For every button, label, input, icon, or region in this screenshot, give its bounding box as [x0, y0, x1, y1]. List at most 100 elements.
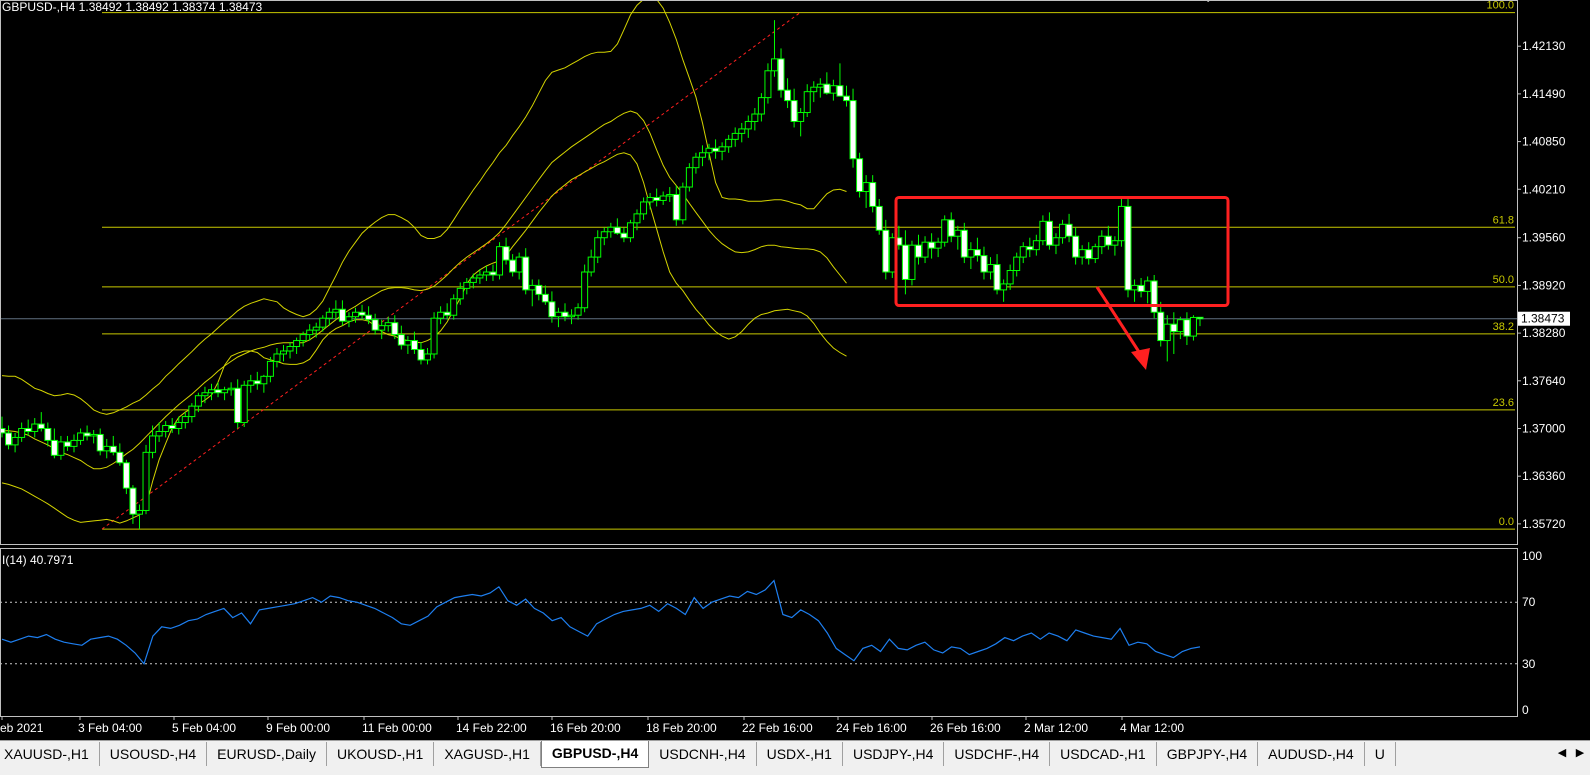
candle [430, 312, 438, 359]
candle-body [856, 158, 864, 193]
time-label: 5 Feb 04:00 [172, 721, 236, 735]
candle [862, 175, 870, 208]
candle [1026, 237, 1034, 258]
candle [502, 237, 510, 265]
candle [581, 264, 589, 313]
candle [122, 459, 130, 495]
candle-body [1052, 237, 1060, 246]
scroll-left-icon[interactable]: ◀ [1554, 743, 1570, 763]
candle [83, 425, 91, 441]
candle-body [162, 425, 170, 432]
candle [725, 134, 733, 153]
candle-body [378, 325, 386, 331]
candle-body [260, 375, 268, 385]
candle-body [731, 132, 739, 140]
tab-usdjpy-h4[interactable]: USDJPY-,H4 [843, 742, 945, 766]
candle-body [626, 222, 634, 239]
price-tick-label: 1.36360 [1522, 469, 1566, 483]
candle [515, 252, 523, 280]
candle [509, 254, 517, 277]
candle [44, 422, 52, 447]
tab-gbpjpy-h4[interactable]: GBPJPY-,H4 [1157, 742, 1259, 766]
candle [705, 143, 713, 161]
candle [960, 222, 968, 264]
tab-usdcad-h1[interactable]: USDCAD-,H1 [1050, 742, 1157, 766]
time-label: 22 Feb 16:00 [742, 721, 813, 735]
tab-u[interactable]: U [1365, 742, 1396, 766]
candle [253, 371, 261, 390]
candle [358, 304, 366, 320]
tab-gbpusd-h4[interactable]: GBPUSD-,H4 [540, 741, 650, 768]
candle [1039, 215, 1047, 246]
candle-body [1144, 280, 1152, 292]
candle-body [1013, 256, 1021, 272]
price-pane-frame [0, 0, 1518, 545]
candle-body [1085, 249, 1093, 260]
candle-body [764, 70, 772, 99]
candle-body [155, 430, 163, 437]
candle [882, 219, 890, 280]
candle [646, 193, 654, 210]
candle [18, 422, 26, 442]
candle [842, 85, 850, 107]
candle [901, 230, 909, 295]
candle-body [502, 246, 510, 261]
candle-body [862, 182, 870, 193]
candle [594, 230, 602, 264]
scroll-right-icon[interactable]: ▶ [1572, 743, 1588, 763]
candle-body [1111, 240, 1119, 246]
candle-body [1000, 283, 1008, 291]
candle-body [882, 229, 890, 273]
time-label: 24 Feb 16:00 [836, 721, 907, 735]
candle [810, 81, 818, 103]
candle-body [941, 219, 949, 243]
candle-body [875, 205, 883, 231]
chart-area[interactable]: 100.0 61.8 50.0 38.2 23.6 0.0 I(14) 40.7971 1… [0, 0, 1590, 740]
candle-body [63, 441, 71, 447]
tab-usdx-h1[interactable]: USDX-,H1 [757, 742, 843, 766]
tab-usdcnh-h4[interactable]: USDCNH-,H4 [649, 742, 757, 766]
tab-usdchf-h4[interactable]: USDCHF-,H4 [944, 742, 1051, 766]
rsi-line [1, 579, 1201, 666]
tab-usousd-h4[interactable]: USOUSD-,H4 [100, 742, 208, 766]
candle [600, 227, 608, 246]
candle [279, 345, 287, 362]
candle [70, 434, 78, 453]
candle-body [1137, 284, 1145, 292]
candle [162, 421, 170, 438]
candle-body [234, 387, 242, 424]
candle [450, 294, 458, 320]
tab-ukousd-h1[interactable]: UKOUSD-,H1 [327, 742, 435, 766]
candle-body [24, 427, 32, 432]
candle-body [633, 213, 641, 224]
bollinger-middle-line [2, 110, 847, 470]
candle [1117, 197, 1125, 247]
candle [103, 438, 111, 459]
candle [1189, 315, 1197, 341]
tab-audusd-h4[interactable]: AUDUSD-,H4 [1258, 742, 1365, 766]
candle-body [751, 113, 759, 122]
tab-eurusd-daily[interactable]: EURUSD-,Daily [207, 742, 327, 766]
candle-body [489, 271, 497, 276]
candle [90, 429, 98, 444]
candle-body [1150, 280, 1158, 313]
candle-body [253, 380, 261, 385]
price-tick-label: 1.40850 [1522, 135, 1566, 149]
candle-body [535, 284, 543, 295]
candle [672, 185, 680, 226]
tab-xauusd-h1[interactable]: XAUUSD-,H1 [0, 742, 100, 766]
candle-body [293, 340, 301, 348]
candle-body [1117, 205, 1125, 242]
candle [1091, 243, 1099, 264]
candle-body [594, 237, 602, 258]
candle [194, 392, 202, 413]
fib-label: 38.2 [1493, 321, 1514, 333]
candle [469, 273, 477, 289]
candle-body [1065, 223, 1073, 237]
candle-body [57, 441, 65, 456]
tab-xagusd-h1[interactable]: XAGUSD-,H1 [434, 742, 541, 766]
candle [757, 93, 765, 122]
candle [836, 63, 844, 97]
candle [803, 84, 811, 117]
candle-body [987, 264, 995, 273]
